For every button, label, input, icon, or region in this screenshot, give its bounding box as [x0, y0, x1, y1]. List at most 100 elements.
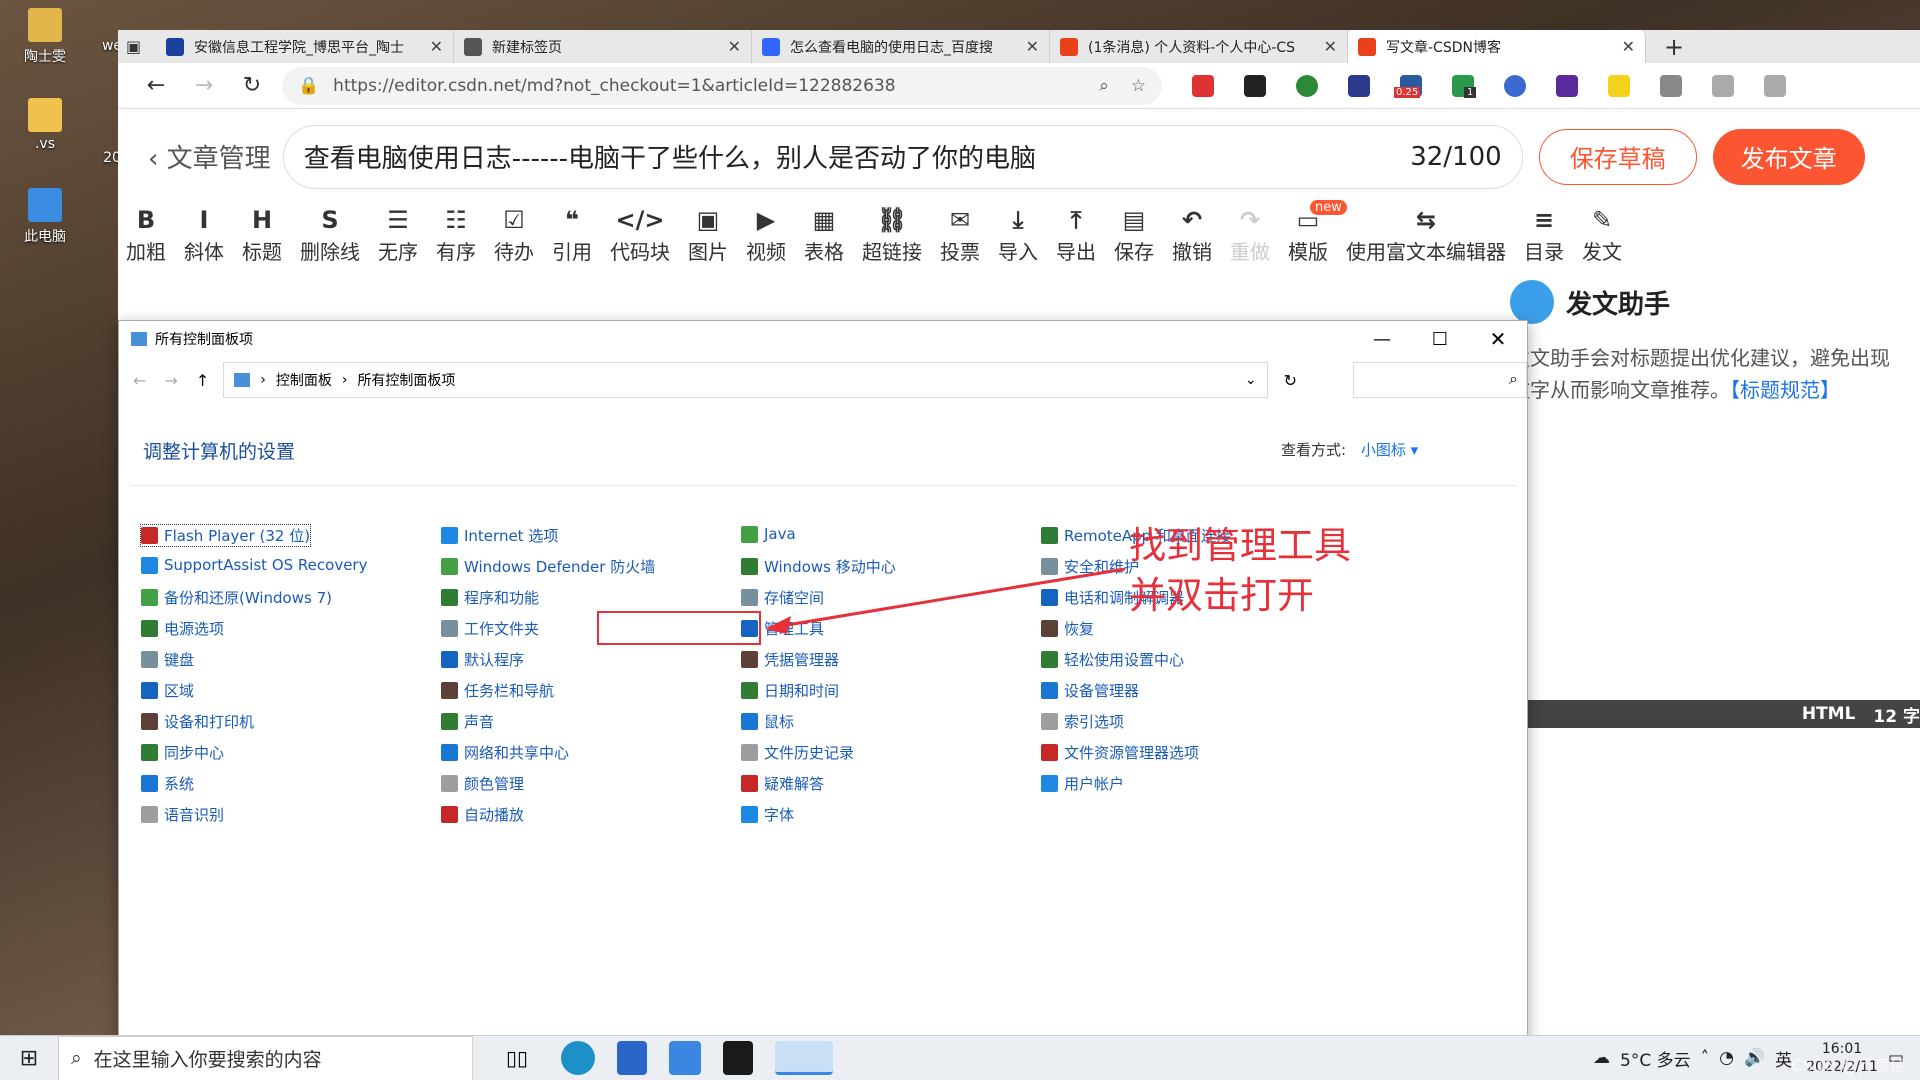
article-title-input[interactable]: 查看电脑使用日志------电脑干了些什么，别人是否动了你的电脑 32/100	[282, 124, 1523, 189]
cp-item[interactable]: 默认程序	[441, 649, 524, 670]
view-by-dropdown[interactable]: 小图标 ▾	[1361, 441, 1418, 459]
cp-item[interactable]: 存储空间	[741, 587, 824, 608]
cp-back-icon[interactable]: ←	[133, 371, 146, 390]
cp-item[interactable]: 用户帐户	[1041, 773, 1124, 794]
collections-icon[interactable]	[1764, 74, 1786, 97]
tab-actions-icon[interactable]: ▣	[126, 37, 156, 56]
pycharm-icon[interactable]	[723, 1041, 753, 1075]
extension-icon-9[interactable]	[1608, 74, 1630, 97]
publish-button[interactable]: 发布文章	[1712, 128, 1865, 185]
cp-item[interactable]: 任务栏和导航	[441, 680, 554, 701]
cp-item[interactable]: Flash Player (32 位)	[139, 524, 312, 547]
toolbar-15[interactable]: ⤓ 导入	[998, 204, 1038, 265]
toolbar-4[interactable]: S 删除线	[300, 204, 360, 265]
tab-5[interactable]: 写文章-CSDN博客 ✕	[1348, 30, 1646, 63]
cp-item[interactable]: 程序和功能	[441, 587, 539, 608]
back-to-articles[interactable]: ‹ 文章管理	[148, 138, 271, 175]
extension-icon-6[interactable]: 1	[1452, 74, 1477, 98]
edge-icon[interactable]	[561, 1041, 595, 1075]
cp-item[interactable]: 区域	[141, 680, 194, 701]
cp-item[interactable]: 鼠标	[741, 711, 794, 732]
breadcrumb-all-items[interactable]: 所有控制面板项	[357, 370, 455, 390]
refresh-icon[interactable]: ↻	[234, 68, 270, 104]
cp-item[interactable]: 电源选项	[141, 618, 224, 639]
zoom-icon[interactable]: ⌕	[1099, 76, 1109, 96]
extension-icon-8[interactable]	[1556, 74, 1578, 97]
task-view-icon[interactable]: ▯▯	[495, 1041, 539, 1075]
cp-item[interactable]: 设备和打印机	[141, 711, 254, 732]
taskbar-search[interactable]: ⌕ 在这里输入你要搜索的内容	[58, 1035, 473, 1080]
url-field[interactable]: 🔒 https://editor.csdn.net/md?not_checkou…	[282, 66, 1162, 105]
close-tab-icon[interactable]: ✕	[728, 37, 741, 56]
cp-search-input[interactable]: ⌕	[1353, 362, 1527, 398]
toolbar-18[interactable]: ↶ 撤销	[1172, 204, 1212, 265]
tab-1[interactable]: 安徽信息工程学院_博思平台_陶士 ✕	[156, 30, 454, 63]
cp-item[interactable]: Windows Defender 防火墙	[441, 556, 655, 577]
desktop-icon-user[interactable]: 陶士雯	[5, 8, 85, 66]
minimize-button[interactable]: —	[1353, 329, 1411, 350]
title-rules-link[interactable]: 【标题规范】	[1730, 378, 1840, 402]
extension-icon-1[interactable]	[1192, 74, 1214, 97]
tab-2[interactable]: 新建标签页 ✕	[454, 30, 752, 63]
cp-item[interactable]: Internet 选项	[441, 525, 558, 546]
maximize-button[interactable]: ☐	[1411, 329, 1469, 350]
extension-icon-3[interactable]	[1296, 74, 1318, 97]
toolbar-20[interactable]: ▭ 模版 new	[1288, 200, 1347, 265]
cp-item[interactable]: 文件资源管理器选项	[1041, 742, 1199, 763]
close-tab-icon[interactable]: ✕	[1622, 37, 1635, 56]
volume-icon[interactable]: 🔊	[1744, 1048, 1765, 1068]
cp-item[interactable]: 网络和共享中心	[441, 742, 569, 763]
start-button[interactable]: ⊞	[0, 1036, 58, 1080]
tab-4[interactable]: (1条消息) 个人资料-个人中心-CS ✕	[1050, 30, 1348, 63]
back-arrow-icon[interactable]: ←	[138, 68, 174, 104]
close-tab-icon[interactable]: ✕	[430, 37, 443, 56]
cp-item[interactable]: 索引选项	[1041, 711, 1124, 732]
cp-item[interactable]: 日期和时间	[741, 680, 839, 701]
toolbar-3[interactable]: H 标题	[242, 204, 282, 265]
cp-item[interactable]: 备份和还原(Windows 7)	[141, 587, 332, 608]
breadcrumb-control-panel[interactable]: 控制面板	[276, 370, 332, 390]
extension-icon-4[interactable]	[1348, 74, 1370, 97]
network-icon[interactable]: ◔	[1719, 1048, 1734, 1068]
extension-icon-5[interactable]: 0.25	[1394, 74, 1422, 98]
store-icon[interactable]	[617, 1041, 647, 1075]
toolbar-10[interactable]: ▣ 图片	[688, 204, 728, 265]
toolbar-8[interactable]: ❝ 引用	[552, 204, 592, 265]
toolbar-11[interactable]: ▶ 视频	[746, 204, 786, 265]
favorite-star-icon[interactable]: ☆	[1131, 76, 1146, 96]
toolbar-23[interactable]: ✎ 发文	[1582, 204, 1622, 265]
cp-item[interactable]: 系统	[141, 773, 194, 794]
cp-item[interactable]: Windows 移动中心	[741, 556, 896, 577]
cp-item[interactable]: 同步中心	[141, 742, 224, 763]
toolbar-19[interactable]: ↷ 重做	[1230, 204, 1270, 265]
cp-item[interactable]: 键盘	[141, 649, 194, 670]
cp-item[interactable]: 颜色管理	[441, 773, 524, 794]
new-tab-button[interactable]: +	[1664, 33, 1684, 61]
extension-icon-7[interactable]	[1504, 74, 1526, 97]
cp-item[interactable]: 字体	[741, 804, 794, 825]
toolbar-5[interactable]: ☰ 无序	[378, 204, 418, 265]
tray-chevron-icon[interactable]: ˄	[1701, 1048, 1710, 1068]
favorites-icon[interactable]	[1712, 74, 1734, 97]
chevron-down-icon[interactable]: ⌄	[1245, 372, 1257, 388]
cp-item[interactable]: 安全和维护	[1041, 556, 1139, 577]
cp-item[interactable]: Java	[741, 525, 796, 543]
weather-text[interactable]: 5°C 多云	[1620, 1046, 1691, 1071]
cp-refresh-icon[interactable]: ↻	[1284, 371, 1297, 390]
toolbar-14[interactable]: ✉ 投票	[940, 204, 980, 265]
toolbar-6[interactable]: ☷ 有序	[436, 204, 476, 265]
close-button[interactable]: ✕	[1469, 327, 1527, 351]
cp-up-icon[interactable]: ↑	[196, 371, 209, 390]
cp-item[interactable]: 凭据管理器	[741, 649, 839, 670]
desktop-icon-this-pc[interactable]: 此电脑	[5, 188, 85, 246]
toolbar-2[interactable]: I 斜体	[184, 204, 224, 265]
cp-item[interactable]: 自动播放	[441, 804, 524, 825]
desktop-icon-vs[interactable]: .vs	[5, 98, 85, 152]
language-indicator[interactable]: 英	[1775, 1046, 1792, 1071]
extension-icon-2[interactable]	[1244, 74, 1266, 97]
save-draft-button[interactable]: 保存草稿	[1538, 128, 1697, 185]
cp-item[interactable]: 语音识别	[141, 804, 224, 825]
tab-3[interactable]: 怎么查看电脑的使用日志_百度搜 ✕	[752, 30, 1050, 63]
cp-item[interactable]: 疑难解答	[741, 773, 824, 794]
cp-item[interactable]: 设备管理器	[1041, 680, 1139, 701]
